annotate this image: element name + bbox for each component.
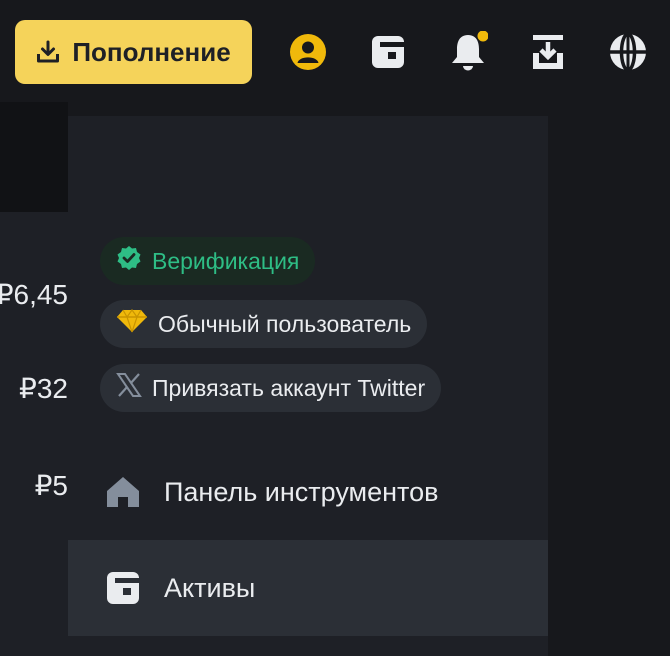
menu-item-label: Панель инструментов (164, 476, 439, 507)
link-twitter-label: Привязать аккаунт Twitter (152, 374, 426, 401)
wallet-icon (106, 571, 140, 605)
background-page-right (548, 102, 670, 656)
notification-dot (477, 31, 488, 42)
download-icon[interactable] (526, 30, 570, 74)
background-page-top (0, 102, 68, 212)
verification-label: Верификация (152, 247, 300, 274)
menu-item-label: Активы (164, 572, 256, 603)
bell-icon[interactable] (446, 30, 490, 74)
user-icon[interactable] (286, 30, 330, 74)
top-navigation-bar: Пополнение (0, 0, 670, 102)
balance-value: ₽32 (19, 373, 68, 404)
menu-item-assets[interactable]: Активы (68, 540, 548, 636)
link-twitter-badge[interactable]: Привязать аккаунт Twitter (100, 364, 442, 412)
download-tray-icon (36, 40, 60, 64)
account-dropdown-panel: Верификация Обычный пользователь Привяза… (68, 116, 548, 656)
balance-value: ₽5 (34, 470, 68, 501)
deposit-button[interactable]: Пополнение (15, 20, 252, 84)
globe-icon[interactable] (606, 30, 650, 74)
user-level-label: Обычный пользователь (158, 310, 412, 337)
home-icon (106, 475, 140, 509)
verified-check-icon (116, 245, 142, 277)
balance-value: ₽6,45 (0, 279, 68, 310)
x-twitter-icon (116, 372, 142, 404)
deposit-label: Пополнение (72, 36, 231, 67)
diamond-icon (116, 308, 148, 339)
verification-badge[interactable]: Верификация (100, 237, 316, 285)
wallet-icon[interactable] (366, 30, 410, 74)
user-level-badge[interactable]: Обычный пользователь (100, 300, 428, 348)
menu-item-dashboard[interactable]: Панель инструментов (68, 444, 548, 540)
